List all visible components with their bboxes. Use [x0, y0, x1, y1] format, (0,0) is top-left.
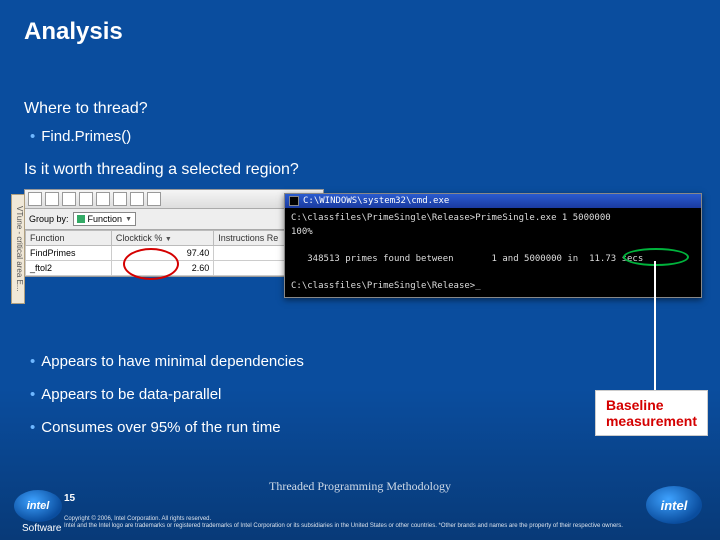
callout-line2: measurement [606, 413, 697, 429]
cmd-window: C:\WINDOWS\system32\cmd.exe C:\classfile… [284, 193, 702, 298]
toolbar-icon[interactable] [147, 192, 161, 206]
software-tag: Software [22, 523, 61, 534]
red-highlight-oval [123, 248, 179, 280]
cmd-title-text: C:\WINDOWS\system32\cmd.exe [303, 196, 449, 206]
slide-title: Analysis [24, 18, 123, 46]
cell-fn: _ftol2 [26, 261, 112, 276]
intel-logo-right: intel [646, 486, 702, 524]
question-2: Is it worth threading a selected region? [24, 161, 696, 179]
chevron-down-icon: ▼ [125, 216, 132, 223]
toolbar-icon[interactable] [96, 192, 110, 206]
cmd-line: 348513 primes found between [307, 254, 453, 264]
page-number: 15 [64, 493, 75, 504]
toolbar-icon[interactable] [28, 192, 42, 206]
col-clocktick-label: Clocktick % [116, 233, 163, 243]
intel-logo-icon: intel [14, 490, 62, 522]
callout-connector [654, 261, 656, 391]
green-highlight-oval [623, 248, 689, 266]
toolbar-icon[interactable] [79, 192, 93, 206]
toolbar-icon[interactable] [62, 192, 76, 206]
intel-logo-icon: intel [646, 486, 702, 524]
cmd-titlebar: C:\WINDOWS\system32\cmd.exe [285, 194, 701, 208]
bullet-3-text: Appears to be data-parallel [41, 386, 221, 403]
copyright-text: Copyright © 2006, Intel Corporation. All… [64, 516, 640, 530]
bullet-dot-icon: • [30, 353, 35, 370]
profiler-window: VTune - critical area E... Group by: Fu [24, 189, 324, 277]
cmd-line: 1 and 5000000 in [492, 254, 579, 264]
bullet-deps: • Appears to have minimal dependencies [30, 353, 696, 370]
cmd-line: C:\classfiles\PrimeSingle\Release>PrimeS… [291, 213, 611, 223]
footer: intel Software 15 Copyright © 2006, Inte… [0, 484, 720, 540]
screenshots-region: VTune - critical area E... Group by: Fu [24, 189, 696, 339]
bullet-dot-icon: • [30, 419, 35, 436]
callout-line1: Baseline [606, 397, 697, 413]
intel-logo-text: intel [661, 498, 688, 513]
profiler-side-tab: VTune - critical area E... [11, 194, 25, 304]
groupby-label: Group by: [29, 214, 69, 224]
copyright-line2: Intel and the Intel logo are trademarks … [64, 523, 640, 530]
bullet-dot-icon: • [30, 386, 35, 403]
slide: Analysis Where to thread? • Find.Primes()… [0, 0, 720, 540]
toolbar-icon[interactable] [130, 192, 144, 206]
groupby-value: Function [88, 214, 123, 224]
toolbar-icon[interactable] [45, 192, 59, 206]
cmd-line: C:\classfiles\PrimeSingle\Release>_ [291, 281, 481, 291]
baseline-callout: Baseline measurement [595, 390, 708, 436]
intel-logo-text: intel [27, 500, 50, 512]
bullet-findprimes: • Find.Primes() [30, 128, 696, 145]
intel-software-logo: intel [14, 490, 62, 522]
col-clocktick[interactable]: Clocktick % ▼ [111, 231, 213, 246]
groupby-row: Group by: Function ▼ [25, 209, 323, 230]
cmd-icon [289, 196, 299, 206]
question-1: Where to thread? [24, 100, 696, 118]
bullet-4-text: Consumes over 95% of the run time [41, 419, 280, 436]
toolbar-icon[interactable] [113, 192, 127, 206]
copyright-line1: Copyright © 2006, Intel Corporation. All… [64, 516, 640, 523]
cell-fn: FindPrimes [26, 246, 112, 261]
bullet-1-text: Find.Primes() [41, 128, 131, 145]
groupby-select[interactable]: Function ▼ [73, 212, 136, 226]
bullet-dot-icon: • [30, 128, 35, 145]
cmd-line: 100% [291, 227, 313, 237]
sort-down-icon: ▼ [165, 236, 172, 243]
function-icon [77, 215, 85, 223]
col-function[interactable]: Function [26, 231, 112, 246]
bullet-2-text: Appears to have minimal dependencies [41, 353, 304, 370]
profiler-toolbar [25, 190, 323, 209]
